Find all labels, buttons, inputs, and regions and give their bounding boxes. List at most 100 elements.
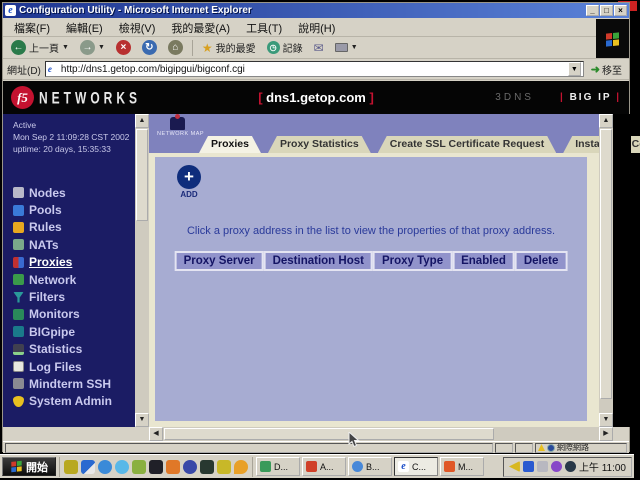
quick-launch-icon-5[interactable]: [132, 460, 146, 474]
task-icon-3: [352, 461, 363, 472]
quick-launch-icon-11[interactable]: [234, 460, 248, 474]
sidebar-item-monitors[interactable]: Monitors: [13, 306, 112, 323]
menu-favorites[interactable]: 我的最愛(A): [164, 19, 237, 37]
proxies-content: + ADD Click a proxy address in the list …: [155, 157, 587, 421]
column-destination-host: Destination Host: [264, 251, 373, 271]
sidebar-scroll-thumb[interactable]: [136, 129, 148, 221]
page-scroll-right-icon[interactable]: ▶: [599, 427, 613, 441]
system-admin-icon: [13, 396, 24, 407]
quick-launch-icon-10[interactable]: [217, 460, 231, 474]
address-dropdown-icon[interactable]: ▼: [568, 62, 581, 76]
sidebar-item-nodes[interactable]: Nodes: [13, 184, 112, 201]
stop-button[interactable]: ×: [112, 39, 135, 56]
sidebar-item-mindterm-ssh[interactable]: Mindterm SSH: [13, 375, 112, 392]
mouse-cursor: [348, 432, 360, 448]
sidebar-item-rules[interactable]: Rules: [13, 219, 112, 236]
column-proxy-server: Proxy Server: [175, 251, 264, 271]
sidebar-item-proxies[interactable]: Proxies: [13, 254, 112, 271]
network-map-button[interactable]: NETWORK MAP: [157, 117, 197, 137]
quick-launch-icon-9[interactable]: [200, 460, 214, 474]
maximize-button[interactable]: □: [600, 5, 613, 16]
sidebar-item-nats[interactable]: NATs: [13, 236, 112, 253]
add-proxy-button[interactable]: + ADD: [169, 165, 209, 199]
tab-proxies[interactable]: Proxies: [199, 136, 261, 153]
screen: e Configuration Utility - Microsoft Inte…: [0, 0, 640, 480]
page-hscroll-thumb[interactable]: [164, 428, 494, 440]
sidebar-item-bigpipe[interactable]: BIGpipe: [13, 323, 112, 340]
browser-window: e Configuration Utility - Microsoft Inte…: [2, 2, 630, 452]
tray-icon-2[interactable]: [523, 461, 534, 472]
menu-bar: 檔案(F) 編輯(E) 檢視(V) 我的最愛(A) 工具(T) 說明(H): [3, 19, 629, 37]
back-button[interactable]: ← 上一頁 ▼: [7, 39, 73, 56]
page-scroll-left-icon[interactable]: ◀: [149, 427, 163, 441]
page-scroll-thumb[interactable]: [600, 129, 612, 399]
page-body: Active Mon Sep 2 11:09:28 CST 2002 uptim…: [3, 114, 629, 427]
alert-icon: [538, 444, 545, 451]
address-url[interactable]: http://dns1.getop.com/bigipgui/bigconf.c…: [61, 64, 565, 75]
close-button[interactable]: ×: [614, 5, 627, 16]
tray-icon-4[interactable]: [551, 461, 562, 472]
page-favicon: e: [48, 64, 58, 74]
menu-file[interactable]: 檔案(F): [7, 19, 57, 37]
back-dropdown-icon[interactable]: ▼: [62, 44, 69, 51]
forward-dropdown-icon[interactable]: ▼: [98, 44, 105, 51]
sidebar-scrollbar[interactable]: ▲ ▼: [135, 114, 149, 427]
mail-button[interactable]: ✉: [310, 40, 328, 56]
page-scroll-up-icon[interactable]: ▲: [599, 114, 613, 128]
task-button-3[interactable]: B...: [348, 457, 392, 476]
menu-view[interactable]: 檢視(V): [112, 19, 163, 37]
history-button[interactable]: ◷ 記錄: [263, 39, 307, 56]
refresh-button[interactable]: ↻: [138, 39, 161, 56]
task-button-1[interactable]: D...: [256, 457, 300, 476]
monitors-icon: [13, 309, 24, 320]
security-zone-pane: 網際網路: [535, 443, 627, 453]
forward-button[interactable]: → ▼: [76, 39, 109, 56]
volume-icon[interactable]: [509, 461, 520, 472]
quick-launch-icon-4[interactable]: [115, 460, 129, 474]
menu-edit[interactable]: 編輯(E): [59, 19, 110, 37]
tab-proxy-statistics[interactable]: Proxy Statistics: [268, 136, 371, 153]
start-button[interactable]: 開始: [2, 457, 56, 476]
sidebar-item-system-admin[interactable]: System Admin: [13, 393, 112, 410]
quick-launch-bar: [59, 457, 253, 477]
taskbar-clock[interactable]: 上午 11:00: [579, 459, 626, 474]
home-button[interactable]: ⌂: [164, 39, 187, 56]
go-button[interactable]: ➜ 移至: [588, 62, 625, 77]
page-horizontal-scrollbar[interactable]: ◀ ▶: [149, 427, 613, 441]
task-button-2[interactable]: A...: [302, 457, 346, 476]
sidebar-item-statistics[interactable]: Statistics: [13, 341, 112, 358]
sidebar-scroll-down-icon[interactable]: ▼: [135, 413, 149, 427]
f5-logo-icon: f5: [11, 86, 34, 109]
main-panel: NETWORK MAP Proxies Proxy Statistics Cre…: [149, 114, 599, 427]
sidebar-scroll-up-icon[interactable]: ▲: [135, 114, 149, 128]
sidebar-item-filters[interactable]: Filters: [13, 288, 112, 305]
tray-icon-3[interactable]: [537, 461, 548, 472]
favorites-button[interactable]: ★ 我的最愛: [198, 39, 260, 56]
filters-icon: [13, 292, 24, 303]
quick-launch-icon-7[interactable]: [166, 460, 180, 474]
menu-tools[interactable]: 工具(T): [239, 19, 289, 37]
product-bigip-label[interactable]: | BIG IP |: [560, 92, 621, 103]
print-button[interactable]: ▼: [331, 42, 362, 53]
sidebar-item-pools[interactable]: Pools: [13, 201, 112, 218]
minimize-button[interactable]: _: [586, 5, 599, 16]
quick-launch-icon-8[interactable]: [183, 460, 197, 474]
page-scroll-down-icon[interactable]: ▼: [599, 413, 613, 427]
sidebar-item-log-files[interactable]: Log Files: [13, 358, 112, 375]
quick-launch-icon-6[interactable]: [149, 460, 163, 474]
sidebar-item-network[interactable]: Network: [13, 271, 112, 288]
horizontal-scroll-row: ◀ ▶: [3, 427, 629, 441]
show-desktop-icon[interactable]: [81, 460, 95, 474]
task-button-5[interactable]: B... M...: [440, 457, 484, 476]
stop-icon: ×: [116, 40, 131, 55]
tab-strip: NETWORK MAP Proxies Proxy Statistics Cre…: [149, 114, 599, 153]
ie-launch-icon[interactable]: [98, 460, 112, 474]
quick-launch-icon-1[interactable]: [64, 460, 78, 474]
task-button-4-active[interactable]: e C...: [394, 457, 438, 476]
page-vertical-scrollbar[interactable]: ▲ ▼: [599, 114, 613, 427]
menu-help[interactable]: 說明(H): [291, 19, 342, 37]
tab-create-ssl-certificate-request[interactable]: Create SSL Certificate Request: [378, 136, 556, 153]
sidebar: Active Mon Sep 2 11:09:28 CST 2002 uptim…: [3, 114, 149, 427]
tray-icon-5[interactable]: [565, 461, 576, 472]
address-input[interactable]: e http://dns1.getop.com/bigipgui/bigconf…: [45, 61, 584, 77]
